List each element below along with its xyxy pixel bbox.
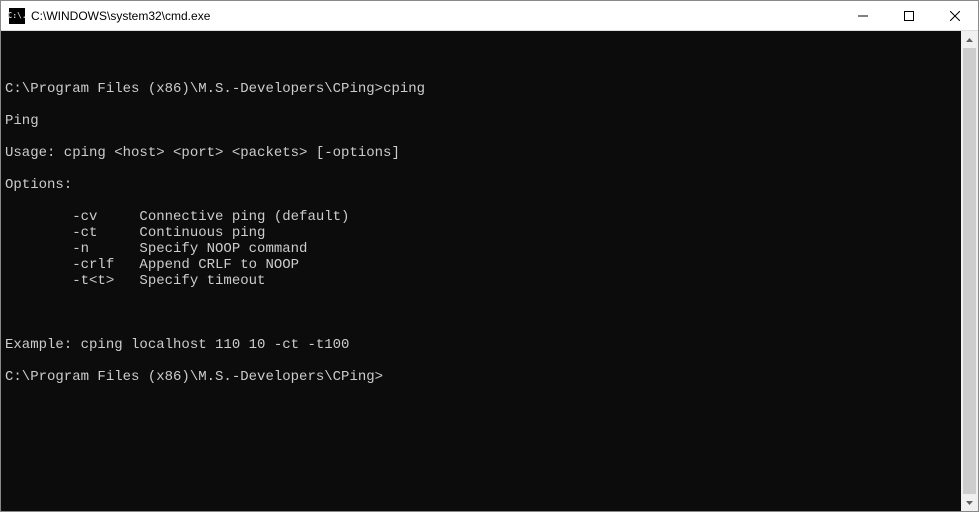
window: C:\. C:\WINDOWS\system32\cmd.exe C:\Prog… (0, 0, 979, 512)
client-area: C:\Program Files (x86)\M.S.-Developers\C… (1, 31, 978, 511)
terminal-line (5, 49, 957, 65)
option-line: -t<t> Specify timeout (5, 273, 957, 289)
cmd-icon: C:\. (9, 8, 25, 24)
terminal-line: Ping (5, 113, 957, 129)
maximize-button[interactable] (886, 1, 932, 31)
terminal[interactable]: C:\Program Files (x86)\M.S.-Developers\C… (1, 31, 961, 511)
titlebar[interactable]: C:\. C:\WINDOWS\system32\cmd.exe (1, 1, 978, 31)
command: cping (383, 81, 425, 97)
terminal-line: C:\Program Files (x86)\M.S.-Developers\C… (5, 369, 957, 385)
option-line: -ct Continuous ping (5, 225, 957, 241)
prompt: C:\Program Files (x86)\M.S.-Developers\C… (5, 81, 383, 97)
terminal-line: Usage: cping <host> <port> <packets> [-o… (5, 145, 957, 161)
option-line: -crlf Append CRLF to NOOP (5, 257, 957, 273)
window-title: C:\WINDOWS\system32\cmd.exe (31, 9, 210, 23)
terminal-line: Example: cping localhost 110 10 -ct -t10… (5, 337, 957, 353)
option-line: -cv Connective ping (default) (5, 209, 957, 225)
terminal-line: C:\Program Files (x86)\M.S.-Developers\C… (5, 81, 957, 97)
close-button[interactable] (932, 1, 978, 31)
scroll-down-button[interactable] (961, 494, 978, 511)
option-line: -n Specify NOOP command (5, 241, 957, 257)
scroll-thumb[interactable] (963, 48, 976, 494)
terminal-line: Options: (5, 177, 957, 193)
terminal-line (5, 305, 957, 321)
minimize-button[interactable] (840, 1, 886, 31)
prompt: C:\Program Files (x86)\M.S.-Developers\C… (5, 369, 383, 385)
scroll-up-button[interactable] (961, 31, 978, 48)
scroll-track[interactable] (961, 48, 978, 494)
scrollbar[interactable] (961, 31, 978, 511)
